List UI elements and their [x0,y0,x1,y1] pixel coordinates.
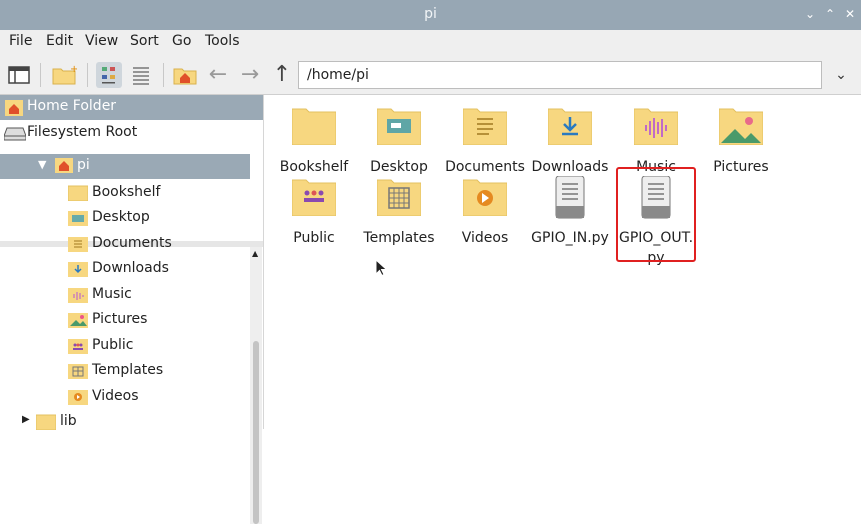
pictures-folder-icon [68,311,88,328]
svg-text:+: + [70,64,77,75]
downloads-folder-icon [547,105,593,149]
file-label: Desktop [370,159,428,175]
desktop-folder-icon [68,209,88,226]
public-folder-icon [68,337,88,354]
tree-label: Pictures [92,311,148,327]
toolbar: + ← → ↑ /home/pi ⌄ [0,57,861,95]
videos-folder-icon [68,388,88,405]
music-folder-icon [68,286,88,303]
back-arrow-icon[interactable]: ← [205,62,231,88]
scrollbar-thumb[interactable] [253,341,259,524]
menu-tools[interactable]: Tools [205,33,240,49]
forward-arrow-icon[interactable]: → [237,62,263,88]
tree-label: lib [60,413,77,429]
tree-label: Documents [92,235,172,251]
file-label: Pictures [713,159,769,175]
toolbar-separator [40,63,41,87]
close-icon[interactable]: ✕ [843,7,857,21]
chevron-down-icon[interactable]: ⌄ [826,61,856,89]
music-folder-icon [633,105,679,149]
new-folder-icon[interactable]: + [51,62,78,88]
file-label: Videos [461,230,509,246]
toolbar-separator [163,63,164,87]
tree-label: Videos [92,388,139,404]
new-window-icon[interactable] [6,62,32,88]
maximize-icon[interactable]: ⌃ [823,7,837,21]
expander-icon[interactable]: ▼ [38,158,46,171]
desktop-folder-icon [376,105,422,149]
file-label: Public [293,230,335,246]
tree-label: Templates [92,362,164,378]
tree-label: Desktop [92,209,150,225]
python-file-icon [548,175,592,220]
mouse-pointer-icon [375,258,388,281]
menu-bar: File Edit View Sort Go Tools [0,30,861,57]
documents-folder-icon [462,105,508,149]
place-filesystem-root[interactable]: Filesystem Root [0,121,263,146]
templates-folder-icon [68,362,88,379]
file-view: Bookshelf Desktop Documents Downloads Mu… [264,95,861,429]
tree-label: Music [92,286,132,302]
menu-sort[interactable]: Sort [130,33,159,49]
tree-label: Downloads [92,260,169,276]
tree-label: Public [92,337,134,353]
expander-icon[interactable]: ▶ [22,414,30,425]
file-label: Documents [445,159,525,175]
documents-folder-icon [68,235,88,252]
tree-label: Bookshelf [92,184,161,200]
place-label: Filesystem Root [27,124,138,140]
templates-folder-icon [376,176,422,220]
file-label: Downloads [531,159,609,175]
menu-edit[interactable]: Edit [46,33,73,49]
folder-icon [35,413,57,434]
folder-icon [291,105,337,149]
pictures-folder-icon [718,105,764,149]
file-label: GPIO_IN.py [531,230,609,246]
place-label: Home Folder [27,98,117,114]
drive-icon [3,127,27,145]
window-title: pi [424,6,437,22]
downloads-folder-icon [68,260,88,277]
list-view-icon[interactable] [128,62,154,88]
minimize-icon[interactable]: ⌄ [803,7,817,21]
videos-folder-icon [462,176,508,220]
menu-view[interactable]: View [85,33,118,49]
public-folder-icon [291,176,337,220]
icon-view-icon[interactable] [96,62,122,88]
tree-label: pi [77,157,90,173]
title-bar: pi ⌄ ⌃ ✕ [0,0,861,30]
up-arrow-icon[interactable]: ↑ [269,62,295,88]
folder-icon [67,184,89,202]
home-folder-icon [5,100,23,120]
menu-file[interactable]: File [9,33,32,49]
tree-item-pi[interactable]: ▼ pi [0,154,250,179]
place-home-folder[interactable]: Home Folder [0,95,263,120]
home-icon[interactable] [172,62,198,88]
tree-scrollbar[interactable]: ▲ [250,247,262,524]
file-label: Templates [363,230,435,246]
file-label: Bookshelf [279,159,349,175]
path-input[interactable]: /home/pi [298,61,822,89]
home-folder-icon [55,158,73,177]
path-text: /home/pi [307,67,369,83]
scroll-up-icon[interactable]: ▲ [252,249,258,258]
highlight-box [616,167,696,262]
menu-go[interactable]: Go [172,33,191,49]
side-panel: Home Folder Filesystem Root ▼ pi Bookshe… [0,95,264,524]
toolbar-separator [87,63,88,87]
